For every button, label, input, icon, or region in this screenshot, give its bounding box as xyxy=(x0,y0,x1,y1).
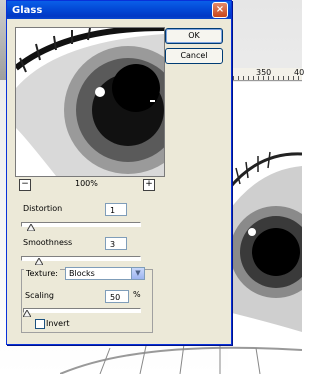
distortion-field[interactable]: 1 xyxy=(105,203,127,216)
zoom-in-button[interactable]: + xyxy=(143,179,155,191)
glass-filter-dialog: Glass × − 100% + OK Cancel Distortion 1 … xyxy=(6,0,232,345)
chevron-down-icon[interactable]: ▼ xyxy=(131,268,144,279)
ok-button[interactable]: OK xyxy=(165,28,223,44)
horizontal-ruler: 350 40 xyxy=(228,68,305,81)
texture-selected-value: Blocks xyxy=(69,269,95,278)
minus-icon: − xyxy=(21,179,29,189)
preview-eye-image xyxy=(16,28,164,176)
scaling-slider-thumb[interactable] xyxy=(23,310,31,317)
scaling-slider[interactable] xyxy=(23,308,141,313)
distortion-slider[interactable] xyxy=(21,222,141,227)
cancel-button[interactable]: Cancel xyxy=(165,48,223,64)
texture-label: Texture: xyxy=(24,269,60,278)
distortion-slider-thumb[interactable] xyxy=(26,224,35,231)
scaling-field[interactable]: 50 xyxy=(105,290,129,303)
plus-icon: + xyxy=(145,179,153,189)
scaling-label: Scaling xyxy=(25,291,54,300)
invert-label: Invert xyxy=(46,319,70,328)
smoothness-label: Smoothness xyxy=(23,238,73,247)
title-bar[interactable]: Glass × xyxy=(7,1,231,19)
ruler-tick-40: 40 xyxy=(294,68,305,77)
close-icon: × xyxy=(215,4,225,15)
invert-checkbox[interactable] xyxy=(35,319,45,329)
filter-preview[interactable] xyxy=(15,27,165,177)
scaling-unit: % xyxy=(133,290,141,299)
ruler-tick-350: 350 xyxy=(256,68,272,77)
close-button[interactable]: × xyxy=(212,2,228,18)
dialog-title: Glass xyxy=(12,4,43,16)
texture-select[interactable]: Blocks ▼ xyxy=(65,267,145,280)
distortion-label: Distortion xyxy=(23,204,63,213)
smoothness-slider-thumb[interactable] xyxy=(35,258,44,265)
smoothness-field[interactable]: 3 xyxy=(105,237,127,250)
zoom-out-button[interactable]: − xyxy=(19,179,31,191)
zoom-level: 100% xyxy=(75,179,98,188)
